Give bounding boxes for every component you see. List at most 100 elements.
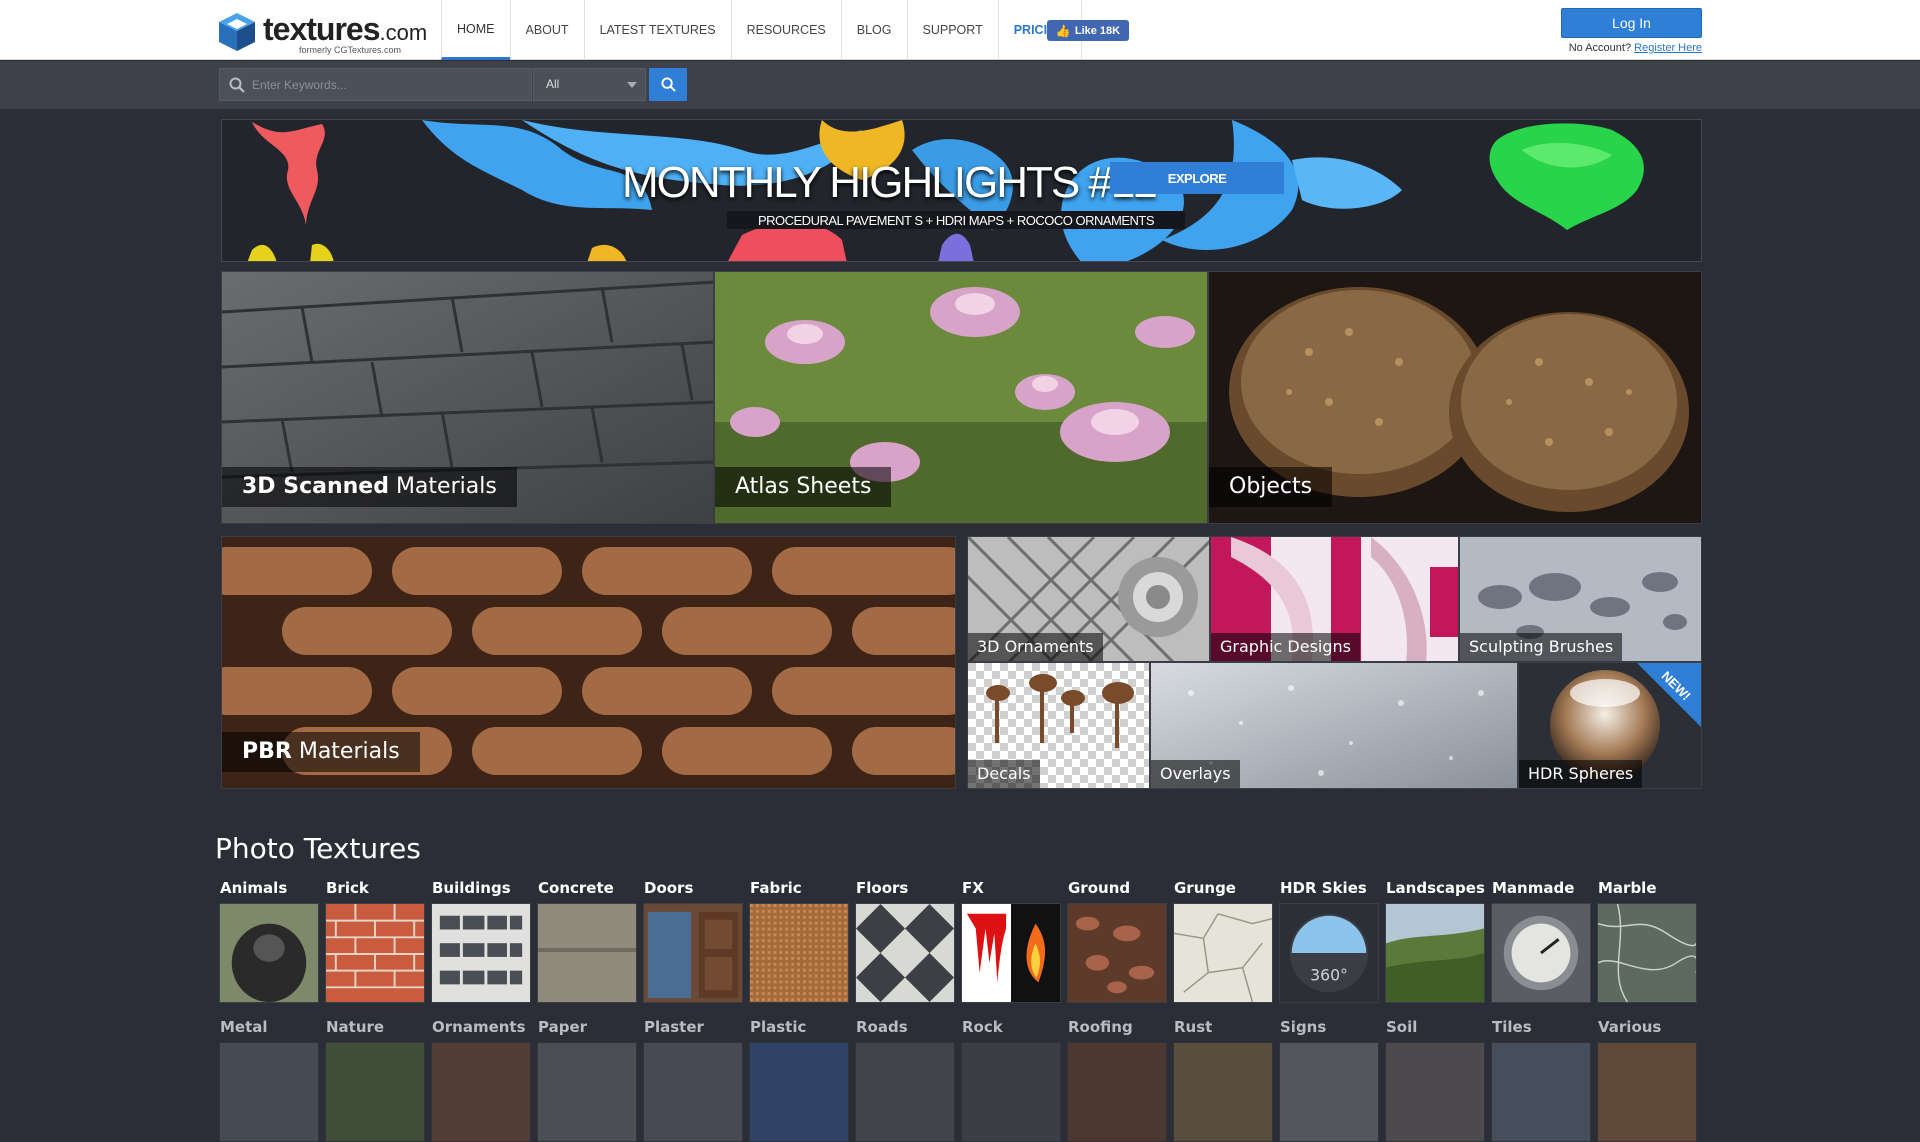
concrete-thumbnail [537, 903, 637, 1003]
tile-hdr-spheres[interactable]: NEW! HDR Spheres [1518, 662, 1702, 789]
floors-thumbnail [855, 903, 955, 1003]
search-button[interactable] [649, 68, 687, 101]
tile-label: Objects [1209, 467, 1333, 507]
category-label: Soil [1386, 1018, 1418, 1036]
tile-atlas-sheets[interactable]: Atlas Sheets [714, 271, 1208, 524]
nav-about[interactable]: ABOUT [509, 0, 584, 60]
category-label: Nature [326, 1018, 385, 1036]
plastic-thumbnail [749, 1042, 849, 1142]
hdr-360-label: 360° [1310, 965, 1348, 984]
tile-overlays[interactable]: Overlays [1150, 662, 1518, 789]
doors-thumbnail [643, 903, 743, 1003]
plaster-thumbnail [643, 1042, 743, 1142]
tile-label: 3D Scanned Materials [222, 467, 517, 507]
gorilla-thumbnail [219, 903, 319, 1003]
category-label: HDR Skies [1280, 879, 1367, 897]
top-navigation: textures.com formerly CGTextures.com HOM… [0, 0, 1920, 60]
tile-sculpting-brushes[interactable]: Sculpting Brushes [1459, 536, 1702, 662]
category-label: Paper [538, 1018, 588, 1036]
category-label: Marble [1598, 879, 1657, 897]
banner-title: MONTHLY HIGHLIGHTS #12 [622, 158, 1158, 207]
tile-label: 3D Ornaments [968, 633, 1103, 661]
category-label: FX [962, 879, 984, 897]
tile-3d-ornaments[interactable]: 3D Ornaments [967, 536, 1210, 662]
category-label: Tiles [1492, 1018, 1532, 1036]
category-label: Brick [326, 879, 369, 897]
tile-label: Overlays [1151, 760, 1240, 788]
fabric-thumbnail [749, 903, 849, 1003]
tile-label: Atlas Sheets [715, 467, 892, 507]
tile-pbr-materials[interactable]: PBR Materials [221, 536, 956, 789]
explore-button[interactable]: EXPLORE [1110, 162, 1284, 194]
category-label: Buildings [432, 879, 511, 897]
search-input[interactable] [252, 69, 527, 100]
search-icon [229, 77, 245, 93]
tile-label-bold: PBR [242, 739, 292, 764]
tile-label-rest: Materials [291, 739, 400, 764]
soil-thumbnail [1385, 1042, 1485, 1142]
nav-latest-textures[interactable]: LATEST TEXTURES [583, 0, 731, 60]
building-thumbnail [431, 903, 531, 1003]
category-label: Metal [220, 1018, 268, 1036]
category-label: Landscapes [1386, 879, 1485, 897]
brick-thumbnail [325, 903, 425, 1003]
tiles-thumbnail [1491, 1042, 1591, 1142]
nav-home[interactable]: HOME [441, 0, 510, 60]
paper-thumbnail [537, 1042, 637, 1142]
thumbs-up-icon: 👍 [1055, 23, 1071, 38]
site-logo[interactable]: textures.com formerly CGTextures.com [217, 9, 427, 55]
register-link[interactable]: Register Here [1634, 42, 1702, 54]
new-badge-ribbon: NEW! [1637, 663, 1701, 727]
tile-graphic-designs[interactable]: Graphic Designs [1210, 536, 1459, 662]
no-account-text: No Account? Register Here [1561, 42, 1702, 54]
login-button[interactable]: Log In [1561, 8, 1702, 38]
metal-thumbnail [219, 1042, 319, 1142]
category-label: Roads [856, 1018, 908, 1036]
search-filter-select[interactable]: All [533, 68, 646, 101]
tile-objects[interactable]: Objects [1208, 271, 1702, 524]
tile-label: PBR Materials [222, 732, 420, 772]
category-label: Animals [220, 879, 288, 897]
search-icon [660, 77, 676, 92]
ground-thumbnail [1067, 903, 1167, 1003]
no-account-label: No Account? [1568, 42, 1632, 54]
logo-suffix: .com [379, 20, 428, 45]
category-label: Fabric [750, 879, 802, 897]
roofing-thumbnail [1067, 1042, 1167, 1142]
rust-thumbnail [1173, 1042, 1273, 1142]
tile-label: Decals [968, 760, 1040, 788]
category-label: Plastic [750, 1018, 807, 1036]
category-label: Roofing [1068, 1018, 1133, 1036]
category-label: Ground [1068, 879, 1131, 897]
tile-label-rest: Materials [388, 474, 497, 499]
nature-thumbnail [325, 1042, 425, 1142]
tile-3d-scanned-materials[interactable]: 3D Scanned Materials [221, 271, 714, 524]
search-filter-value: All [546, 77, 560, 91]
facebook-like-button[interactable]: 👍 Like 18K [1047, 20, 1129, 41]
chevron-down-icon [627, 82, 637, 88]
category-label: Rust [1174, 1018, 1213, 1036]
nav-blog[interactable]: BLOG [840, 0, 907, 60]
various-thumbnail [1597, 1042, 1697, 1142]
nav-support[interactable]: SUPPORT [906, 0, 998, 60]
marble-thumbnail [1597, 903, 1697, 1003]
fx-thumbnail [961, 903, 1061, 1003]
tile-label: Graphic Designs [1211, 633, 1360, 661]
main-menu: HOME ABOUT LATEST TEXTURES RESOURCES BLO… [441, 0, 1082, 60]
category-label: Ornaments [432, 1018, 526, 1036]
hdr-skies-thumbnail: 360° [1279, 903, 1379, 1003]
gauge-thumbnail [1491, 903, 1591, 1003]
category-label: Signs [1280, 1018, 1327, 1036]
tile-label-bold: 3D Scanned [242, 474, 389, 499]
rock-thumbnail [961, 1042, 1061, 1142]
category-label: Doors [644, 879, 694, 897]
nav-resources[interactable]: RESOURCES [730, 0, 841, 60]
monthly-highlights-banner[interactable]: MONTHLY HIGHLIGHTS #12 EXPLORE PROCEDURA… [221, 119, 1702, 262]
ornaments-thumbnail [431, 1042, 531, 1142]
category-label: Concrete [538, 879, 614, 897]
signs-thumbnail [1279, 1042, 1379, 1142]
category-label: Manmade [1492, 879, 1575, 897]
tile-decals[interactable]: Decals [967, 662, 1150, 789]
logo-text: textures [263, 11, 380, 47]
cube-logo-icon [219, 13, 255, 51]
